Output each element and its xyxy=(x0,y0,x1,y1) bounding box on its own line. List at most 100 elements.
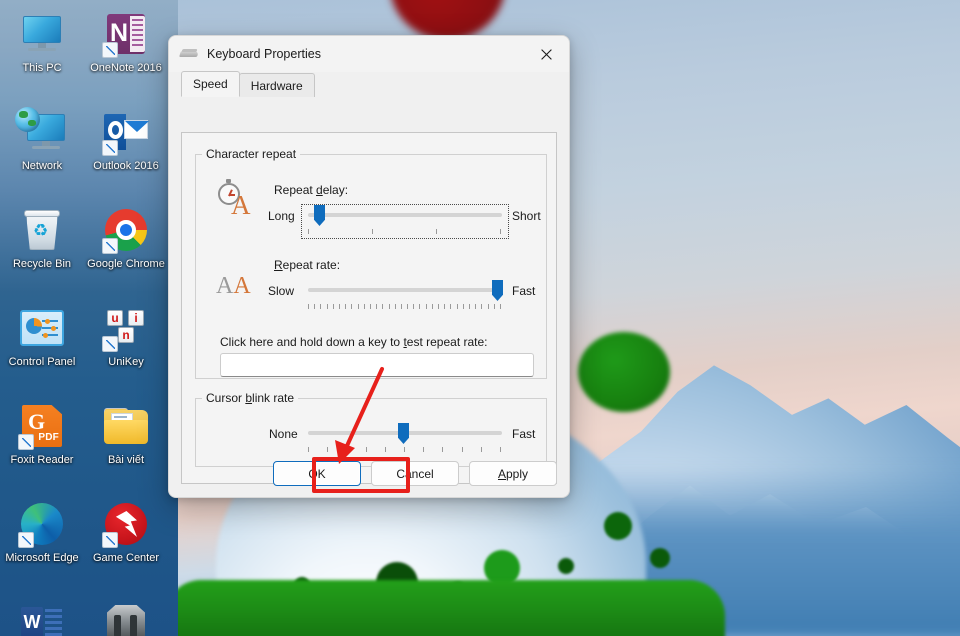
shortcut-overlay-icon xyxy=(102,140,118,156)
button-label: Apply xyxy=(497,466,529,481)
test-repeat-rate-label: Click here and hold down a key to test r… xyxy=(220,335,488,349)
shortcut-overlay-icon xyxy=(102,238,118,254)
slider-ticks xyxy=(308,447,502,453)
desktop-icon-recycle-bin[interactable]: ♻ Recycle Bin xyxy=(0,200,84,298)
desktop-icon-label: Microsoft Edge xyxy=(5,552,79,564)
cursor-blink-thumb[interactable] xyxy=(398,423,409,444)
desktop-icon-label: Network xyxy=(21,160,63,172)
button-label: Cancel xyxy=(396,466,434,481)
wallpaper-blue-field xyxy=(560,466,960,636)
unikey-icon: uin xyxy=(102,304,150,352)
dialog-titlebar[interactable]: Keyboard Properties xyxy=(169,36,569,72)
cursor-blink-slider[interactable] xyxy=(306,423,504,455)
repeat-delay-slider[interactable] xyxy=(306,205,504,237)
desktop-icon-grid: This PC N OneNote 2016 Network Outlook 2… xyxy=(0,4,168,636)
desktop-icon-label: Control Panel xyxy=(8,356,76,368)
wallpaper-dot xyxy=(484,550,520,586)
desktop-icon-foxit-reader[interactable]: G PDF Foxit Reader xyxy=(0,396,84,494)
ok-button[interactable]: OK xyxy=(273,461,361,486)
desktop-icon-label: Bài viết xyxy=(107,454,145,466)
desktop-icon-google-chrome[interactable]: Google Chrome xyxy=(84,200,168,298)
cursor-blink-max-label: Fast xyxy=(512,427,536,441)
close-icon[interactable] xyxy=(523,36,569,72)
desktop-icon-bai-viet[interactable]: Bài viết xyxy=(84,396,168,494)
desktop-icon-unikey[interactable]: uin UniKey xyxy=(84,298,168,396)
slider-track[interactable] xyxy=(308,213,502,217)
slider-ticks xyxy=(308,229,502,235)
control-panel-icon xyxy=(18,304,66,352)
clock-letter-a-icon: A xyxy=(218,179,258,223)
desktop-icon-label: Recycle Bin xyxy=(12,258,72,270)
group-legend: Cursor blink rate xyxy=(206,391,295,405)
desktop-icon-this-pc[interactable]: This PC xyxy=(0,4,84,102)
slider-track[interactable] xyxy=(308,288,502,292)
repeat-delay-min-label: Long xyxy=(268,209,295,223)
group-legend: Character repeat xyxy=(206,147,297,161)
desktop-icon-outlook-2016[interactable]: Outlook 2016 xyxy=(84,102,168,200)
keyboard-properties-dialog[interactable]: Keyboard Properties Speed Hardware Chara… xyxy=(168,35,570,498)
desktop-icon-control-panel[interactable]: Control Panel xyxy=(0,298,84,396)
repeat-delay-thumb[interactable] xyxy=(314,205,325,226)
outlook-icon xyxy=(102,108,150,156)
wallpaper-dot xyxy=(650,548,670,568)
desktop-icon-label: Outlook 2016 xyxy=(93,160,159,172)
wallpaper-dot xyxy=(342,586,373,617)
onenote-icon: N xyxy=(102,10,150,58)
cursor-blink-rate-group: Cursor blink rate None Fast xyxy=(195,391,547,467)
shortcut-overlay-icon xyxy=(102,336,118,352)
wallpaper-dot xyxy=(604,512,632,540)
game-center-icon xyxy=(102,500,150,548)
wallpaper-dot xyxy=(449,582,467,600)
repeat-rate-max-label: Fast xyxy=(512,284,536,298)
folder-icon xyxy=(102,402,150,450)
desktop[interactable]: This PC N OneNote 2016 Network Outlook 2… xyxy=(0,0,960,636)
shortcut-overlay-icon xyxy=(18,532,34,548)
wallpaper-dot xyxy=(294,577,310,593)
repeat-delay-label: Repeat delay: xyxy=(274,183,349,197)
test-repeat-rate-input[interactable] xyxy=(220,353,534,377)
shortcut-overlay-icon xyxy=(102,532,118,548)
desktop-icon-microsoft-edge[interactable]: Microsoft Edge xyxy=(0,494,84,592)
word-icon: W xyxy=(18,598,66,636)
this-pc-icon xyxy=(18,10,66,58)
slider-ticks xyxy=(308,304,502,310)
repeat-rate-label: Repeat rate: xyxy=(274,258,341,272)
tab-hardware[interactable]: Hardware xyxy=(238,73,315,97)
double-a-icon: AA xyxy=(216,273,251,299)
shortcut-overlay-icon xyxy=(18,434,34,450)
desktop-icon-game-center[interactable]: Game Center xyxy=(84,494,168,592)
desktop-icon-label: Google Chrome xyxy=(87,258,165,270)
repeat-rate-thumb[interactable] xyxy=(492,280,503,301)
shortcut-overlay-icon xyxy=(102,42,118,58)
chrome-icon xyxy=(102,206,150,254)
desktop-icon-label: Foxit Reader xyxy=(10,454,74,466)
desktop-icon-onenote-2016[interactable]: N OneNote 2016 xyxy=(84,4,168,102)
repeat-delay-max-label: Short xyxy=(512,209,541,223)
wallpaper-green-blob xyxy=(578,332,670,412)
tab-label: Speed xyxy=(193,77,228,91)
wallpaper-dot xyxy=(376,562,418,604)
dialog-button-row: OK Cancel Apply xyxy=(273,461,557,486)
wallpaper-red-shape xyxy=(390,0,505,40)
apply-button[interactable]: Apply xyxy=(469,461,557,486)
tab-page-speed: Character repeat A Repeat delay: Long Sh… xyxy=(181,132,557,484)
dialog-tabstrip[interactable]: Speed Hardware xyxy=(181,71,569,97)
desktop-icon-tank-game[interactable] xyxy=(84,592,168,636)
tab-label: Hardware xyxy=(250,78,303,93)
wallpaper-dot xyxy=(558,558,574,574)
desktop-icon-label: Game Center xyxy=(92,552,160,564)
cancel-button[interactable]: Cancel xyxy=(371,461,459,486)
cursor-blink-min-label: None xyxy=(269,427,298,441)
desktop-icon-word[interactable]: W xyxy=(0,592,84,636)
repeat-rate-slider[interactable] xyxy=(306,280,504,312)
keyboard-icon xyxy=(179,47,199,61)
recycle-bin-icon: ♻ xyxy=(18,206,66,254)
desktop-icon-label: UniKey xyxy=(108,356,144,368)
tab-speed[interactable]: Speed xyxy=(181,71,240,97)
network-icon xyxy=(15,107,66,156)
character-repeat-group: Character repeat A Repeat delay: Long Sh… xyxy=(195,147,547,379)
button-label: OK xyxy=(308,466,326,481)
wallpaper-dot xyxy=(560,595,573,608)
wallpaper-mountain-front xyxy=(570,485,960,636)
desktop-icon-network[interactable]: Network xyxy=(0,102,84,200)
